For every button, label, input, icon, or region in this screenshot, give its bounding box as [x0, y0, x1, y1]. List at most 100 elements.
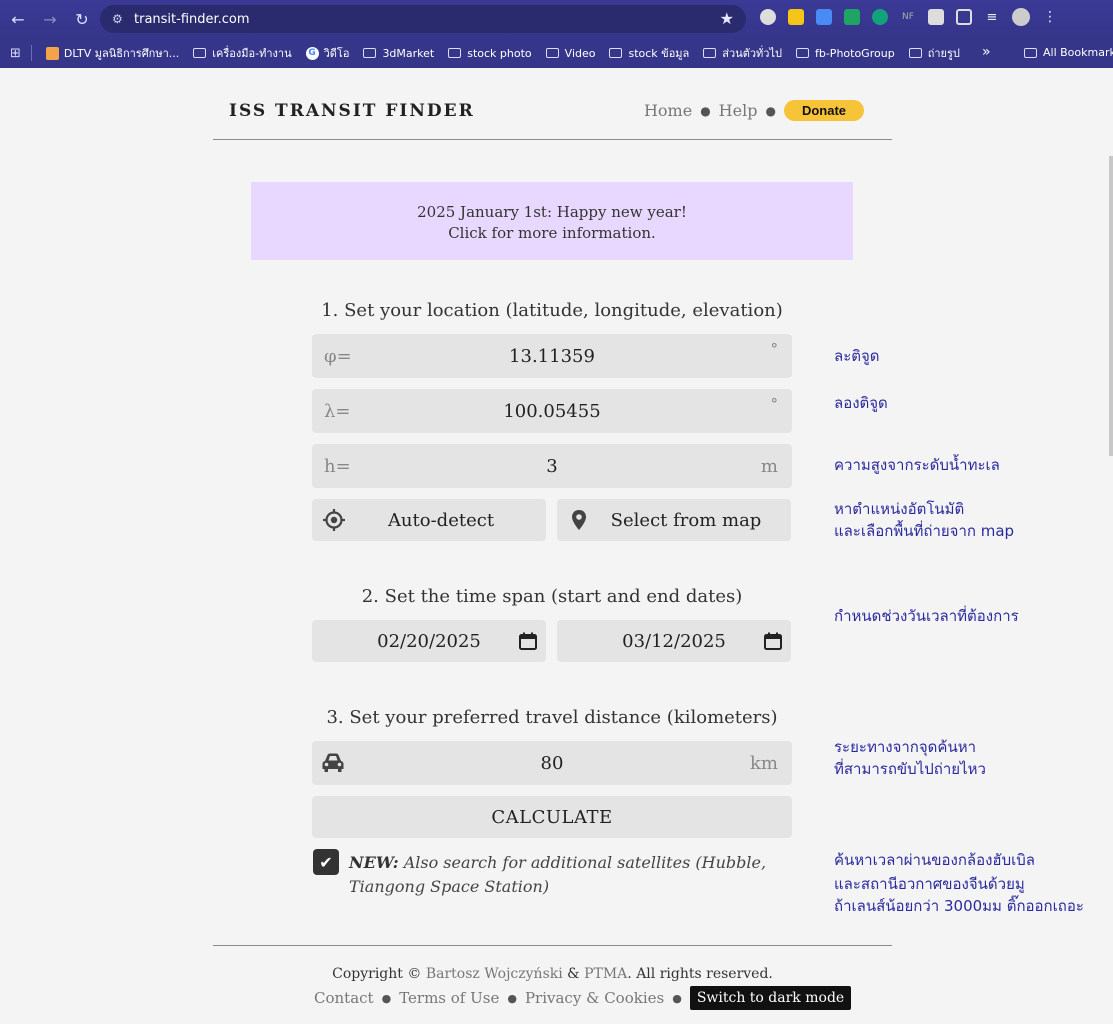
folder-icon	[448, 48, 462, 58]
distance-unit: km	[750, 752, 778, 774]
extensions-bar: NF ≡ ⋮	[760, 8, 1058, 26]
folder-icon	[795, 48, 809, 58]
auto-detect-button[interactable]: Auto-detect	[312, 499, 546, 541]
translate-icon[interactable]	[816, 9, 832, 25]
latitude-prefix: φ=	[324, 345, 352, 367]
extension-icon[interactable]	[760, 9, 776, 25]
privacy-link[interactable]: Privacy & Cookies	[525, 989, 664, 1007]
puzzle-icon[interactable]	[956, 9, 972, 25]
latitude-input[interactable]: φ= 13.11359 °	[312, 334, 792, 378]
extension-icon[interactable]	[928, 9, 944, 25]
checkmark-icon: ✔	[319, 852, 333, 872]
distance-value[interactable]: 80	[312, 753, 792, 774]
drive-icon[interactable]	[844, 9, 860, 25]
bookmark-folder[interactable]: 3dMarket	[363, 47, 434, 60]
start-date-value[interactable]: 02/20/2025	[312, 631, 546, 652]
donate-button[interactable]: Donate	[783, 100, 864, 121]
latitude-value[interactable]: 13.11359	[312, 346, 792, 367]
nav-help-link[interactable]: Help	[719, 101, 758, 120]
additional-satellites-checkbox[interactable]: ✔	[313, 849, 339, 875]
extension-icon[interactable]: NF	[900, 9, 916, 25]
more-bookmarks-button[interactable]: »	[982, 44, 991, 60]
extension-icon[interactable]	[788, 9, 804, 25]
menu-icon[interactable]: ⋮	[1042, 9, 1058, 25]
folder-icon	[545, 48, 559, 58]
distance-input[interactable]: 80 km	[312, 741, 792, 785]
bookmark-folder[interactable]: stock ข้อมูล	[609, 44, 689, 62]
folder-icon	[703, 48, 717, 58]
bookmark-item[interactable]: DLTV มูลนิธิการศึกษา...	[45, 44, 179, 62]
bookmark-folder[interactable]: เครื่องมือ-ทำงาน	[193, 44, 292, 62]
site-header: ISS TRANSIT FINDER Home ● Help ● Donate	[213, 68, 892, 140]
nav-home-link[interactable]: Home	[644, 101, 692, 120]
new-badge: NEW:	[349, 853, 399, 872]
site-settings-icon[interactable]: ⚙	[112, 12, 130, 26]
end-date-value[interactable]: 03/12/2025	[557, 631, 791, 652]
longitude-unit: °	[770, 395, 779, 413]
longitude-prefix: λ=	[324, 400, 351, 422]
ptma-link[interactable]: PTMA	[584, 966, 627, 982]
select-from-map-label: Select from map	[610, 509, 762, 531]
car-icon	[322, 753, 344, 772]
nav-separator: ●	[765, 103, 776, 118]
reading-list-icon[interactable]: ≡	[984, 9, 1000, 25]
divider	[30, 45, 32, 61]
calculate-button[interactable]: CALCULATE	[312, 796, 792, 838]
calendar-icon[interactable]	[518, 631, 538, 651]
bookmark-folder[interactable]: Video	[545, 47, 595, 60]
announcement-banner[interactable]: 2025 January 1st: Happy new year! Click …	[251, 182, 853, 260]
elevation-value[interactable]: 3	[312, 456, 792, 477]
folder-icon	[193, 48, 207, 58]
annotation-distance-1: ระยะทางจากจุดค้นหา	[834, 738, 977, 756]
bookmark-folder[interactable]: ถ่ายรูป	[908, 44, 960, 62]
distance-section-title: 3. Set your preferred travel distance (k…	[326, 707, 778, 728]
bookmark-folder[interactable]: fb-PhotoGroup	[795, 47, 895, 60]
folder-icon	[363, 48, 377, 58]
apps-grid-icon[interactable]: ⊞	[10, 46, 21, 61]
terms-link[interactable]: Terms of Use	[399, 989, 499, 1007]
annotation-location-2: และเลือกพื้นที่ถ่ายจาก map	[834, 522, 1015, 540]
footer-separator: ●	[381, 991, 392, 1005]
bookmark-folder[interactable]: stock photo	[448, 47, 532, 60]
annotation-location-1: หาตำแหน่งอัตโนมัติ	[834, 500, 965, 518]
longitude-value[interactable]: 100.05455	[312, 401, 792, 422]
end-date-input[interactable]: 03/12/2025	[557, 620, 791, 662]
contact-link[interactable]: Contact	[314, 989, 374, 1007]
annotation-satellites-1: ค้นหาเวลาผ่านของกล้องฮับเบิล	[834, 851, 1035, 869]
elevation-input[interactable]: h= 3 m	[312, 444, 792, 488]
dark-mode-button[interactable]: Switch to dark mode	[689, 986, 852, 1010]
scrollbar[interactable]	[1109, 156, 1113, 456]
start-date-input[interactable]: 02/20/2025	[312, 620, 546, 662]
announcement-link-text: Click for more information.	[448, 224, 656, 242]
longitude-input[interactable]: λ= 100.05455 °	[312, 389, 792, 433]
reload-icon[interactable]: ↻	[68, 5, 96, 33]
site-title[interactable]: ISS TRANSIT FINDER	[229, 101, 475, 121]
calendar-icon[interactable]	[763, 631, 783, 651]
forward-icon[interactable]: →	[36, 5, 64, 33]
annotation-satellites-2: และสถานีอวกาศของจีนด้วยมู	[834, 875, 1025, 893]
copyright-prefix: Copyright ©	[332, 966, 422, 982]
bookmark-folder[interactable]: ส่วนตัวทั่วไป	[703, 44, 782, 62]
time-span-section-title: 2. Set the time span (start and end date…	[361, 586, 743, 607]
all-bookmarks-button[interactable]: All Bookmarks	[1024, 46, 1113, 59]
select-from-map-button[interactable]: Select from map	[557, 499, 791, 541]
avatar[interactable]	[1012, 8, 1030, 26]
bookmark-item[interactable]: G วิดีโอ	[305, 44, 349, 62]
site-icon	[45, 46, 59, 60]
annotation-time: กำหนดช่วงวันเวลาที่ต้องการ	[834, 607, 1019, 625]
bookmarks-bar: ⊞ DLTV มูลนิธิการศึกษา... เครื่องมือ-ทำง…	[0, 38, 1113, 68]
url-text[interactable]: transit-finder.com	[134, 12, 250, 27]
bookmark-star-icon[interactable]: ★	[720, 9, 734, 28]
folder-icon	[609, 48, 623, 58]
rights-text: . All rights reserved.	[627, 966, 773, 982]
back-icon[interactable]: ←	[4, 5, 32, 33]
latitude-unit: °	[770, 340, 779, 358]
annotation-satellites-3: ถ้าเลนส์น้อยกว่า 3000มม ติ๊กออกเถอะ	[834, 897, 1084, 915]
annotation-latitude: ละติจูด	[834, 347, 880, 365]
additional-satellites-label[interactable]: NEW: Also search for additional satellit…	[349, 851, 789, 899]
location-section-title: 1. Set your location (latitude, longitud…	[321, 300, 783, 321]
extension-icon[interactable]	[872, 9, 888, 25]
author-link[interactable]: Bartosz Wojczyński	[426, 966, 563, 982]
address-bar[interactable]: ⚙ transit-finder.com ★	[100, 5, 746, 33]
map-pin-icon	[572, 510, 586, 530]
